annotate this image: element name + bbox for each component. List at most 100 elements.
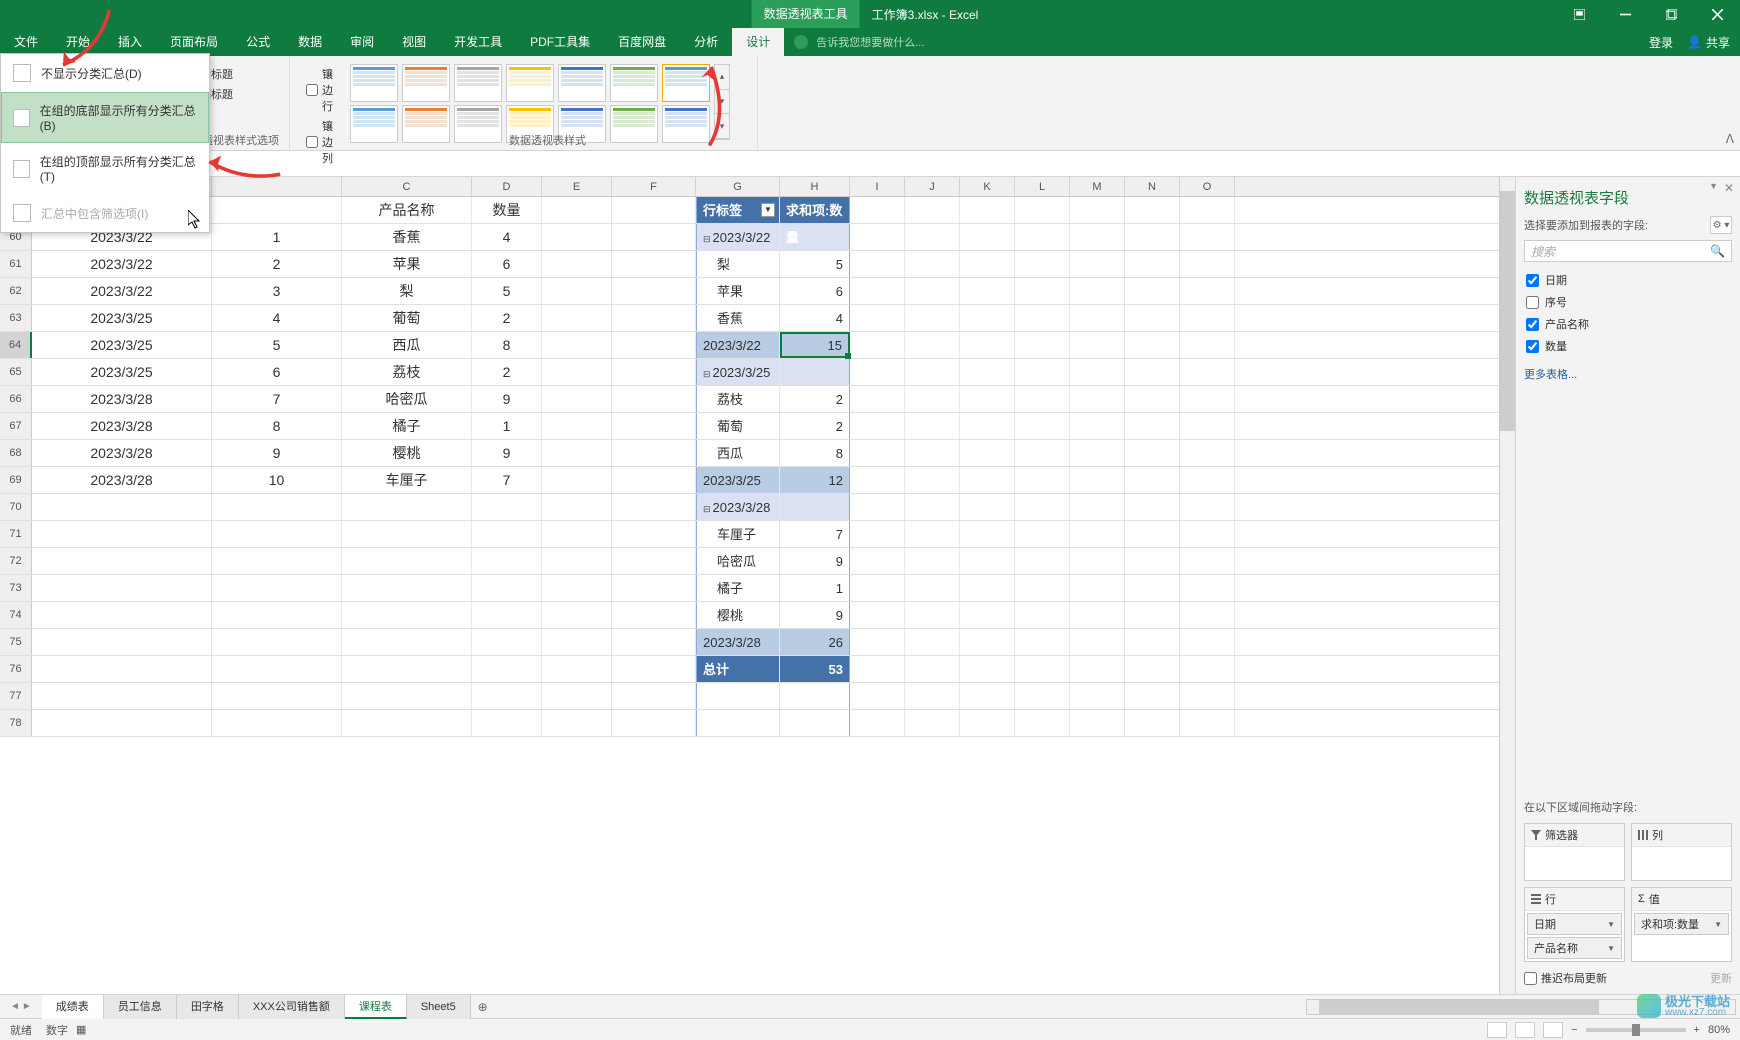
ribbon-options-icon[interactable] xyxy=(1556,0,1602,28)
empty-cell[interactable] xyxy=(1070,710,1125,736)
sheet-tab-5[interactable]: Sheet5 xyxy=(407,995,471,1019)
data-cell[interactable]: 1 xyxy=(472,413,542,439)
empty-cell[interactable] xyxy=(1015,548,1070,574)
empty-cell[interactable] xyxy=(1015,413,1070,439)
empty-cell[interactable] xyxy=(1070,359,1125,385)
empty-cell[interactable] xyxy=(612,332,696,358)
vertical-scrollbar[interactable] xyxy=(1499,177,1515,994)
empty-cell[interactable] xyxy=(850,656,905,682)
pivot-cell[interactable]: 总计 xyxy=(696,656,780,682)
data-cell[interactable]: 5 xyxy=(472,278,542,304)
pivot-cell[interactable]: 15 xyxy=(780,332,850,358)
empty-cell[interactable] xyxy=(850,440,905,466)
empty-cell[interactable] xyxy=(542,305,612,331)
empty-cell[interactable] xyxy=(1015,332,1070,358)
filters-area[interactable]: 筛选器 xyxy=(1524,823,1625,881)
data-cell[interactable] xyxy=(212,575,342,601)
subtotal-option-0[interactable]: 不显示分类汇总(D) xyxy=(1,54,209,92)
empty-cell[interactable] xyxy=(542,251,612,277)
pivot-cell[interactable]: 行标签▼ xyxy=(696,197,780,223)
ribbon-tab-7[interactable]: 视图 xyxy=(388,28,440,56)
empty-cell[interactable] xyxy=(850,683,905,709)
data-cell[interactable]: 樱桃 xyxy=(342,440,472,466)
empty-cell[interactable] xyxy=(850,359,905,385)
empty-cell[interactable] xyxy=(1070,413,1125,439)
sheet-tab-0[interactable]: 成绩表 xyxy=(42,995,104,1019)
empty-cell[interactable] xyxy=(1180,548,1235,574)
empty-cell[interactable] xyxy=(1015,656,1070,682)
update-button[interactable]: 更新 xyxy=(1710,970,1732,986)
empty-cell[interactable] xyxy=(1180,197,1235,223)
values-area[interactable]: Σ 值 求和项:数量▼ xyxy=(1631,887,1732,962)
empty-cell[interactable] xyxy=(542,467,612,493)
empty-cell[interactable] xyxy=(1015,494,1070,520)
data-cell[interactable]: 2023/3/28 xyxy=(32,467,212,493)
sheet-tab-3[interactable]: XXX公司销售额 xyxy=(239,995,345,1019)
empty-cell[interactable] xyxy=(542,224,612,250)
empty-cell[interactable] xyxy=(1070,494,1125,520)
empty-cell[interactable] xyxy=(1015,602,1070,628)
tab-nav-next-icon[interactable]: ► xyxy=(22,1001,32,1012)
data-cell[interactable]: 数量 xyxy=(472,197,542,223)
data-cell[interactable]: 8 xyxy=(472,332,542,358)
data-cell[interactable]: 6 xyxy=(212,359,342,385)
row-header[interactable]: 70 xyxy=(0,494,32,520)
row-header[interactable]: 62 xyxy=(0,278,32,304)
data-cell[interactable]: 9 xyxy=(472,386,542,412)
empty-cell[interactable] xyxy=(960,386,1015,412)
data-cell[interactable] xyxy=(32,521,212,547)
empty-cell[interactable] xyxy=(905,440,960,466)
empty-cell[interactable] xyxy=(1180,656,1235,682)
worksheet-grid[interactable]: CDEFGHIJKLMNO 59产品名称数量行标签▼求和项:数量602023/3… xyxy=(0,177,1515,994)
pivot-cell[interactable]: 2023/3/25 汇总 xyxy=(696,467,780,493)
columns-area[interactable]: 列 xyxy=(1631,823,1732,881)
empty-cell[interactable] xyxy=(850,386,905,412)
empty-cell[interactable] xyxy=(850,494,905,520)
zoom-in-icon[interactable]: + xyxy=(1694,1024,1700,1036)
data-cell[interactable]: 2023/3/28 xyxy=(32,386,212,412)
empty-cell[interactable] xyxy=(542,575,612,601)
data-cell[interactable]: 香蕉 xyxy=(342,224,472,250)
data-cell[interactable]: 西瓜 xyxy=(342,332,472,358)
empty-cell[interactable] xyxy=(905,521,960,547)
data-cell[interactable] xyxy=(32,710,212,736)
pivot-cell[interactable]: 西瓜 xyxy=(696,440,780,466)
sheet-tab-4[interactable]: 课程表 xyxy=(345,995,407,1019)
empty-cell[interactable] xyxy=(905,278,960,304)
data-cell[interactable] xyxy=(342,521,472,547)
ribbon-tab-8[interactable]: 开发工具 xyxy=(440,28,516,56)
view-break-icon[interactable] xyxy=(1543,1022,1563,1038)
row-header[interactable]: 77 xyxy=(0,683,32,709)
empty-cell[interactable] xyxy=(1070,224,1125,250)
empty-cell[interactable] xyxy=(960,467,1015,493)
data-cell[interactable]: 9 xyxy=(472,440,542,466)
data-cell[interactable]: 1 xyxy=(212,224,342,250)
empty-cell[interactable] xyxy=(960,413,1015,439)
empty-cell[interactable] xyxy=(1125,548,1180,574)
column-header[interactable]: L xyxy=(1015,177,1070,196)
empty-cell[interactable] xyxy=(1180,629,1235,655)
row-header[interactable]: 74 xyxy=(0,602,32,628)
empty-cell[interactable] xyxy=(1070,386,1125,412)
data-cell[interactable]: 8 xyxy=(212,413,342,439)
empty-cell[interactable] xyxy=(1015,521,1070,547)
empty-cell[interactable] xyxy=(1180,359,1235,385)
empty-cell[interactable] xyxy=(1125,602,1180,628)
empty-cell[interactable] xyxy=(1180,494,1235,520)
data-cell[interactable] xyxy=(472,494,542,520)
pivot-cell[interactable] xyxy=(780,494,850,520)
empty-cell[interactable] xyxy=(1180,467,1235,493)
empty-cell[interactable] xyxy=(850,224,905,250)
empty-cell[interactable] xyxy=(1180,305,1235,331)
close-button[interactable] xyxy=(1694,0,1740,28)
empty-cell[interactable] xyxy=(850,305,905,331)
empty-cell[interactable] xyxy=(1125,197,1180,223)
data-cell[interactable] xyxy=(342,602,472,628)
fields-search-input[interactable]: 搜索🔍 xyxy=(1524,240,1732,262)
data-cell[interactable] xyxy=(212,548,342,574)
empty-cell[interactable] xyxy=(1070,278,1125,304)
empty-cell[interactable] xyxy=(960,494,1015,520)
data-cell[interactable] xyxy=(342,629,472,655)
tellme-input[interactable]: 告诉我您想要做什么... xyxy=(808,34,924,50)
empty-cell[interactable] xyxy=(1015,224,1070,250)
